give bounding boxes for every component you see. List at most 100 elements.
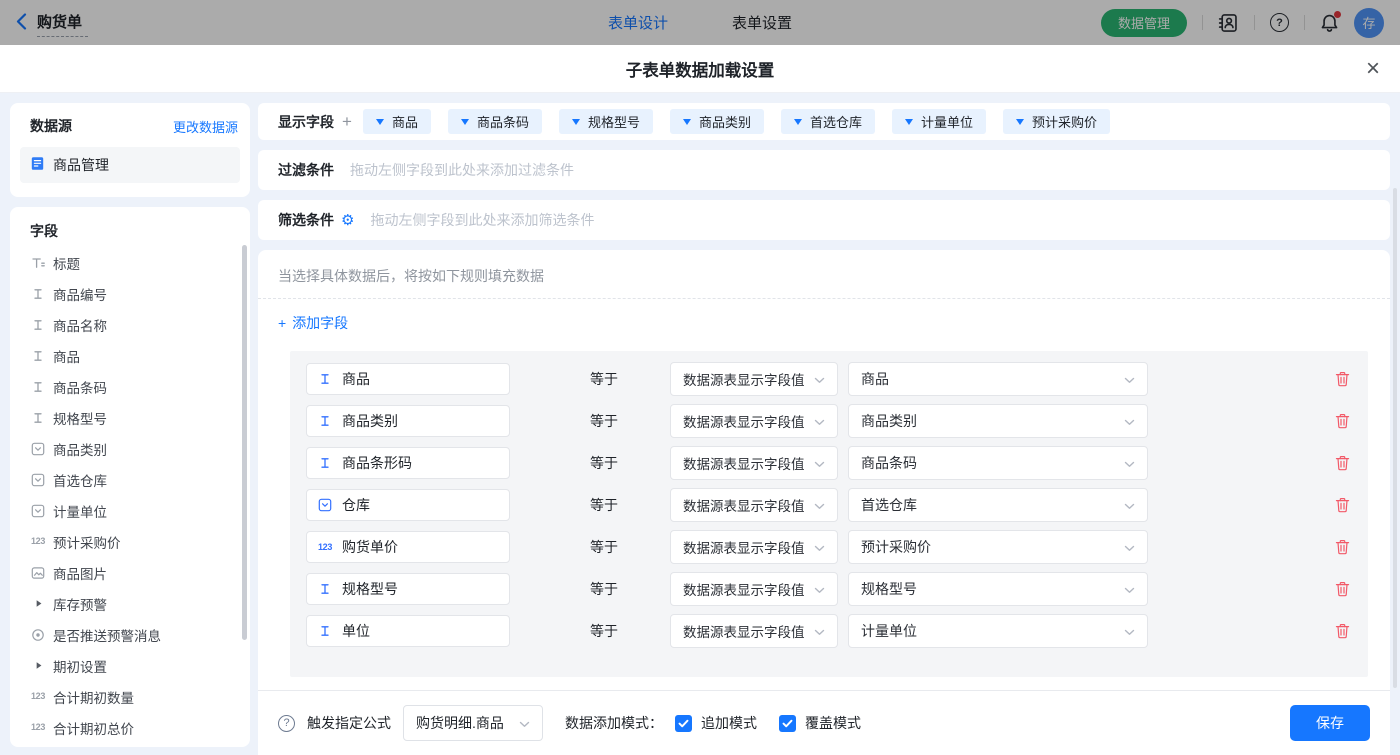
close-icon[interactable]: ×: [1366, 57, 1380, 81]
source-type-select[interactable]: 数据源表显示字段值: [670, 488, 838, 522]
save-button[interactable]: 保存: [1290, 705, 1370, 741]
source-type-select[interactable]: 数据源表显示字段值: [670, 572, 838, 606]
equals-label: 等于: [590, 621, 630, 641]
delete-rule-icon[interactable]: [1335, 581, 1350, 597]
text-field-icon: [30, 287, 46, 301]
select-field-icon: [30, 442, 46, 456]
target-field-box[interactable]: 商品: [306, 363, 510, 395]
source-type-select[interactable]: 数据源表显示字段值: [670, 404, 838, 438]
gear-icon[interactable]: ⚙: [341, 213, 354, 228]
field-item[interactable]: 商品名称: [20, 309, 240, 340]
back-button[interactable]: [16, 13, 27, 33]
field-item[interactable]: 123预计采购价: [20, 526, 240, 557]
datasource-item[interactable]: 商品管理: [20, 147, 240, 183]
field-item[interactable]: 规格型号: [20, 402, 240, 433]
source-field-select[interactable]: 商品类别: [848, 404, 1148, 438]
field-item[interactable]: 库存预警: [20, 588, 240, 619]
text-field-icon: [317, 372, 333, 386]
change-datasource-link[interactable]: 更改数据源: [173, 117, 238, 136]
avatar[interactable]: 存: [1354, 8, 1384, 38]
target-field-box[interactable]: 123购货单价: [306, 531, 510, 563]
contacts-icon[interactable]: [1218, 13, 1239, 33]
display-field-tag[interactable]: 计量单位: [892, 109, 986, 134]
mode-option[interactable]: 追加模式: [675, 713, 757, 733]
display-field-tag[interactable]: 预计采购价: [1003, 109, 1110, 134]
target-field-box[interactable]: 规格型号: [306, 573, 510, 605]
display-field-tag[interactable]: 商品条码: [448, 109, 542, 134]
target-field-box[interactable]: 单位: [306, 615, 510, 647]
delete-rule-icon[interactable]: [1335, 623, 1350, 639]
trigger-field-select[interactable]: 购货明细.商品: [403, 705, 543, 741]
field-item-label: 合计期初数量: [53, 687, 134, 707]
target-field-box[interactable]: 商品类别: [306, 405, 510, 437]
field-item-label: 库存预警: [53, 594, 107, 614]
rule-row: 商品等于数据源表显示字段值商品: [306, 363, 1368, 395]
delete-rule-icon[interactable]: [1335, 413, 1350, 429]
chevron-left-icon: [16, 13, 27, 33]
chevron-down-icon: [1124, 539, 1135, 555]
field-item[interactable]: 首选仓库: [20, 464, 240, 495]
help-circle-icon[interactable]: ?: [278, 715, 295, 732]
source-type-select[interactable]: 数据源表显示字段值: [670, 446, 838, 480]
field-item-label: 合计期初总价: [53, 718, 134, 738]
display-field-tag[interactable]: 首选仓库: [781, 109, 875, 134]
field-item[interactable]: 期初设置: [20, 650, 240, 681]
field-item[interactable]: 123合计期初数量: [20, 681, 240, 712]
add-field-button[interactable]: + 添加字段: [278, 313, 348, 333]
source-type-select[interactable]: 数据源表显示字段值: [670, 614, 838, 648]
field-item[interactable]: 计量单位: [20, 495, 240, 526]
tag-label: 规格型号: [588, 112, 640, 131]
field-item[interactable]: 商品类别: [20, 433, 240, 464]
chevron-down-icon: [814, 498, 825, 513]
source-field-select[interactable]: 商品: [848, 362, 1148, 396]
field-item[interactable]: 商品编号: [20, 278, 240, 309]
delete-rule-icon[interactable]: [1335, 539, 1350, 555]
field-item[interactable]: 是否推送预警消息: [20, 619, 240, 650]
checkbox-checked-icon[interactable]: [779, 715, 796, 732]
target-field-label: 商品条形码: [342, 453, 412, 473]
source-field-select[interactable]: 预计采购价: [848, 530, 1148, 564]
source-field-select[interactable]: 商品条码: [848, 446, 1148, 480]
add-display-field-icon[interactable]: +: [342, 112, 352, 132]
mode-option[interactable]: 覆盖模式: [779, 713, 861, 733]
delete-rule-icon[interactable]: [1335, 371, 1350, 387]
data-manage-button[interactable]: 数据管理: [1101, 9, 1187, 37]
target-field-box[interactable]: 仓库: [306, 489, 510, 521]
source-field-select[interactable]: 规格型号: [848, 572, 1148, 606]
source-type-select[interactable]: 数据源表显示字段值: [670, 362, 838, 396]
chevron-down-icon: [814, 540, 825, 555]
checkbox-checked-icon[interactable]: [675, 715, 692, 732]
text-field-icon: [30, 411, 46, 425]
field-item[interactable]: 商品条码: [20, 371, 240, 402]
display-field-tag[interactable]: 商品类别: [670, 109, 764, 134]
sift-condition-bar[interactable]: 筛选条件 ⚙ 拖动左侧字段到此处来添加筛选条件: [258, 200, 1390, 240]
dialog-scrollbar-thumb[interactable]: [1393, 188, 1397, 688]
field-item[interactable]: 123合计期初总价: [20, 712, 240, 743]
filter-condition-bar[interactable]: 过滤条件 拖动左侧字段到此处来添加过滤条件: [258, 150, 1390, 190]
rule-row: 仓库等于数据源表显示字段值首选仓库: [306, 489, 1368, 521]
equals-label: 等于: [590, 579, 630, 599]
data-add-mode-label: 数据添加模式：: [565, 713, 663, 733]
fields-scrollbar-thumb[interactable]: [242, 245, 247, 640]
field-item-label: 是否推送预警消息: [53, 625, 161, 645]
source-field-select[interactable]: 计量单位: [848, 614, 1148, 648]
delete-rule-icon[interactable]: [1335, 497, 1350, 513]
field-item[interactable]: 商品图片: [20, 557, 240, 588]
help-icon[interactable]: ?: [1270, 13, 1289, 32]
delete-rule-icon[interactable]: [1335, 455, 1350, 471]
form-name[interactable]: 购货单: [37, 9, 88, 37]
field-item[interactable]: 标题: [20, 247, 240, 278]
display-field-tag[interactable]: 商品: [363, 109, 431, 134]
app-header: 购货单 表单设计 表单设置 数据管理 ? 存: [0, 0, 1400, 45]
bell-icon[interactable]: [1320, 13, 1339, 33]
text-field-icon: [317, 456, 333, 470]
fields-panel-title: 字段: [20, 221, 240, 241]
tab-form-design[interactable]: 表单设计: [608, 12, 668, 33]
field-item-label: 商品名称: [53, 315, 107, 335]
target-field-box[interactable]: 商品条形码: [306, 447, 510, 479]
source-field-select[interactable]: 首选仓库: [848, 488, 1148, 522]
source-type-select[interactable]: 数据源表显示字段值: [670, 530, 838, 564]
display-field-tag[interactable]: 规格型号: [559, 109, 653, 134]
field-item[interactable]: 商品: [20, 340, 240, 371]
tab-form-settings[interactable]: 表单设置: [732, 12, 792, 33]
